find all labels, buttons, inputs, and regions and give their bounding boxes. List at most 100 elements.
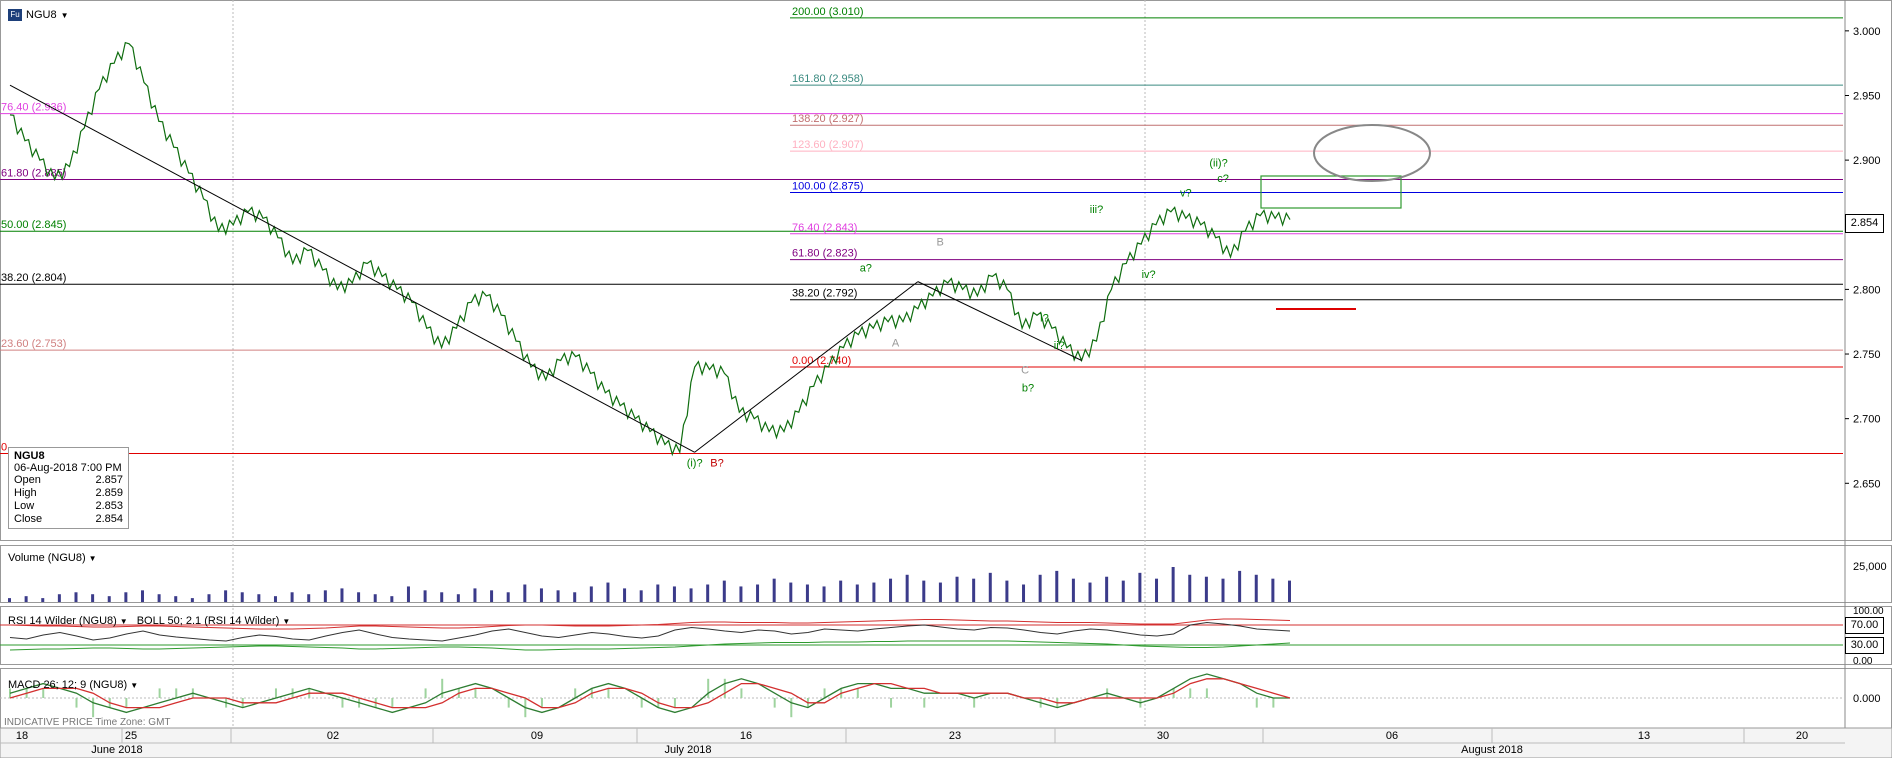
symbol-selector[interactable]: Fu NGU8 ▼ [8,9,68,21]
macd-panel-label[interactable]: MACD 26; 12; 9 (NGU8) ▼ [8,679,138,691]
tooltip-symbol: NGU8 [14,450,45,462]
chart-canvas[interactable]: 76.40 (2.936)61.80 (2.885)50.00 (2.845)3… [0,0,1892,758]
volume-bar [190,598,194,602]
volume-bar [1271,578,1275,602]
volume-bar [922,580,926,602]
volume-bar [589,586,593,602]
last-price-tag: 2.854 [1845,214,1884,233]
volume-bar [739,586,743,602]
symbol-label: NGU8 [26,9,57,21]
chevron-down-icon[interactable]: ▼ [130,681,138,690]
volume-bar [556,590,560,602]
chevron-down-icon[interactable]: ▼ [61,11,69,20]
volume-bar [74,592,78,602]
time-tick-label: 20 [1796,730,1808,742]
price-tick-label: 2.800 [1853,284,1881,296]
volume-bar [523,584,527,602]
ohlc-tooltip: NGU8 06-Aug-2018 7:00 PM Open 2.857 High 2… [8,447,129,529]
volume-bar [606,582,610,602]
chevron-down-icon[interactable]: ▼ [282,617,290,626]
month-label: August 2018 [1461,744,1523,756]
time-tick-label: 25 [125,730,137,742]
chevron-down-icon[interactable]: ▼ [120,617,128,626]
target-ellipse [1313,124,1431,182]
instrument-icon: Fu [8,9,22,21]
volume-bar [140,590,144,602]
volume-bar [639,590,643,602]
volume-bar [174,596,178,602]
volume-bar [972,578,976,602]
rsi-upper-tag: 70.00 [1845,617,1884,634]
volume-bar [423,590,427,602]
volume-bar [157,594,161,602]
fib-extension-label: 200.00 (3.010) [792,6,864,18]
price-tick-label: 3.000 [1853,26,1881,38]
volume-bar [373,594,377,602]
trend-line [9,84,695,453]
volume-bar [8,598,11,602]
volume-bar [290,592,294,602]
chevron-down-icon[interactable]: ▼ [89,554,97,563]
volume-bar [1221,578,1225,602]
volume-panel-frame [0,545,1892,603]
volume-bar [490,590,494,602]
fib-extension-label: 38.20 (2.792) [792,288,857,300]
volume-bar [224,590,228,602]
fib-level-label: 50.00 (2.845) [1,219,66,231]
time-tick-label: 30 [1157,730,1169,742]
volume-bar [240,592,244,602]
tooltip-low: 2.853 [95,500,123,512]
volume-bar [1005,580,1009,602]
volume-bar [1071,578,1075,602]
volume-bar [1188,574,1192,602]
volume-bar [506,592,510,602]
volume-panel-label[interactable]: Volume (NGU8) ▼ [8,552,97,564]
volume-bar [656,584,660,602]
macd-line [9,673,1290,714]
volume-bar [905,574,909,602]
wave-label: iii? [1090,204,1103,216]
volume-bar [1138,572,1142,602]
tooltip-open: 2.857 [95,474,123,486]
volume-bar [872,582,876,602]
price-tick-label: 2.950 [1853,90,1881,102]
volume-bar [1088,582,1092,602]
fib-extension-label: 0.00 (2.740) [792,355,851,367]
volume-bar [57,594,61,602]
volume-bar [822,586,826,602]
macd-tick-label: 0.000 [1853,693,1881,705]
fib-extension-label: 123.60 (2.907) [792,139,864,151]
footnote: INDICATIVE PRICE Time Zone: GMT [4,717,171,728]
time-tick-label: 06 [1386,730,1398,742]
volume-bar [340,588,344,602]
rsi-panel-label[interactable]: RSI 14 Wilder (NGU8) ▼ BOLL 50; 2.1 (RSI… [8,615,290,627]
volume-bar [623,588,627,602]
volume-bar [889,578,893,602]
volume-bar [805,584,809,602]
main-panel-frame [0,0,1892,541]
volume-bar [1022,584,1026,602]
volume-bar [855,584,859,602]
wave-label: i? [1040,313,1049,325]
volume-bar [789,582,793,602]
wave-label: a? [860,262,872,274]
tooltip-close: 2.854 [95,513,123,525]
volume-bar [41,598,45,602]
volume-bar [107,596,111,602]
volume-bar [706,584,710,602]
volume-bar [207,594,211,602]
price-series-line [9,41,1291,457]
month-label: June 2018 [91,744,142,756]
volume-bar [390,596,394,602]
volume-bar [722,580,726,602]
volume-bar [1288,580,1291,602]
volume-bar [456,594,460,602]
volume-bar [1121,580,1125,602]
volume-bar [1038,574,1042,602]
volume-bar [323,590,327,602]
price-tick-label: 2.750 [1853,349,1881,361]
wave-label: A [892,337,900,349]
tooltip-high: 2.859 [95,487,123,499]
volume-bar [1155,578,1159,602]
time-tick-label: 18 [16,730,28,742]
